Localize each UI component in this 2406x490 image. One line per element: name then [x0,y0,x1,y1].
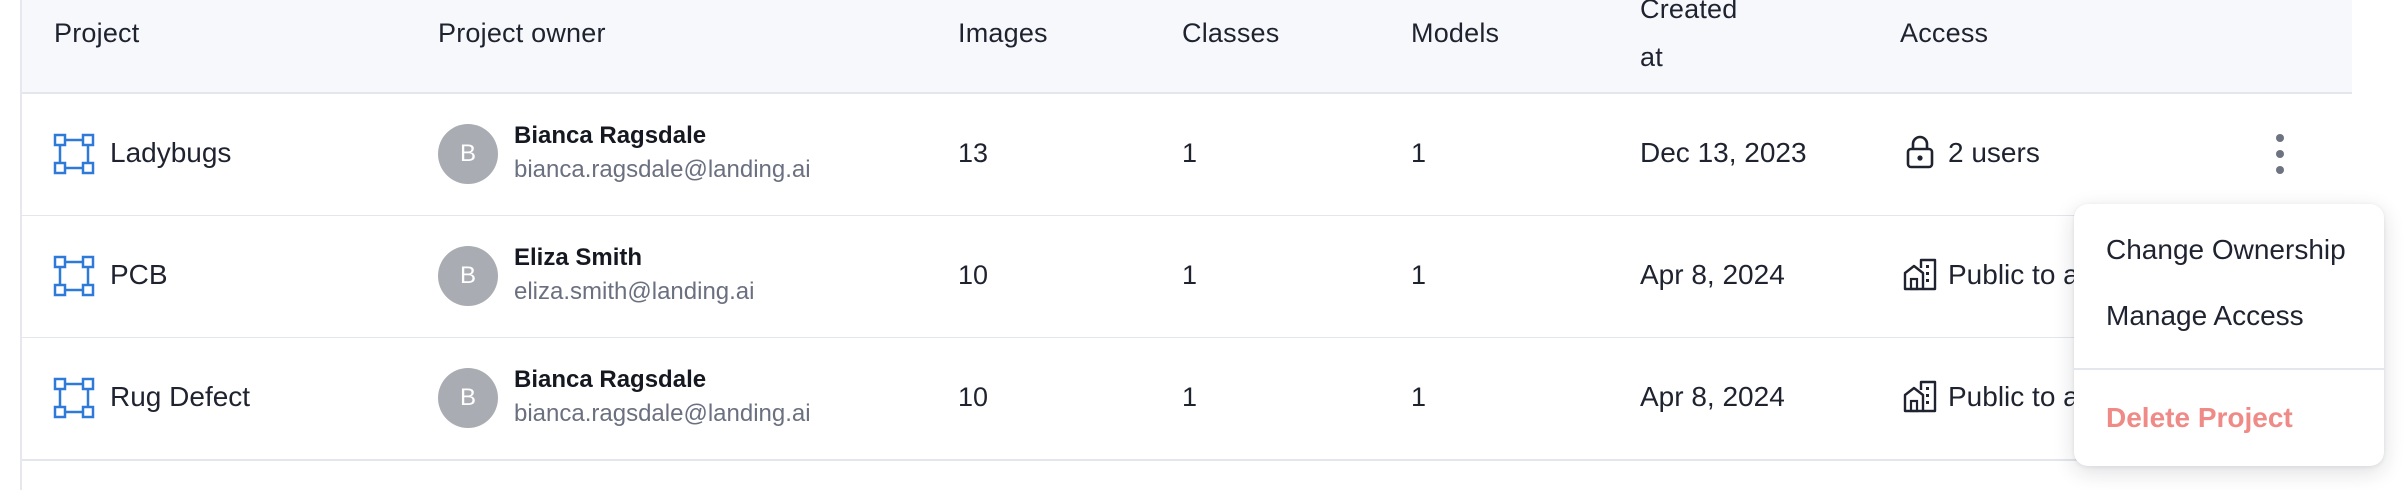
models-count: 1 [1411,138,1427,168]
owner-email: bianca.ragsdale@landing.ai [514,400,811,427]
owner-name: Bianca Ragsdale [514,122,707,149]
header-classes[interactable]: Classes [1182,18,1279,49]
delete-project-menu-item[interactable]: Delete Project [2106,402,2293,434]
projects-page: Project Project owner Images Classes Mod… [0,0,2406,490]
bounding-box-icon [53,377,95,419]
created-at: Apr 8, 2024 [1640,381,1785,412]
row-actions-menu: Change Ownership Manage Access Delete Pr… [2074,204,2384,466]
menu-divider [2074,368,2384,370]
building-icon [1903,380,1937,413]
project-name[interactable]: Ladybugs [110,137,231,169]
manage-access-menu-item[interactable]: Manage Access [2106,300,2304,332]
header-access[interactable]: Access [1900,18,1988,49]
change-ownership-menu-item[interactable]: Change Ownership [2106,234,2346,266]
table-row[interactable]: Rug Defect B Bianca Ragsdale bianca.rags… [22,338,2352,461]
avatar: B [438,246,498,306]
images-count: 10 [958,382,989,412]
building-icon [1903,258,1937,291]
bounding-box-icon [53,133,95,175]
project-name[interactable]: Rug Defect [110,381,250,413]
classes-count: 1 [1182,382,1198,412]
projects-table: Project Project owner Images Classes Mod… [20,0,2352,490]
classes-count: 1 [1182,138,1198,168]
created-at: Dec 13, 2023 [1640,137,1807,168]
access-label: 2 users [1948,137,2040,168]
table-header: Project Project owner Images Classes Mod… [22,0,2352,94]
avatar: B [438,124,498,184]
header-models[interactable]: Models [1411,18,1499,49]
models-count: 1 [1411,260,1427,290]
bounding-box-icon [53,255,95,297]
header-created-at-line2[interactable]: at [1640,42,1663,73]
access-label: Public to a [1948,259,2079,290]
created-at: Apr 8, 2024 [1640,259,1785,290]
header-images[interactable]: Images [958,18,1048,49]
header-project-owner[interactable]: Project owner [438,18,606,49]
images-count: 10 [958,260,989,290]
project-name[interactable]: PCB [110,259,168,291]
table-row[interactable]: PCB B Eliza Smith eliza.smith@landing.ai… [22,216,2352,339]
classes-count: 1 [1182,260,1198,290]
row-actions-kebab-icon[interactable] [2265,132,2295,176]
owner-name: Bianca Ragsdale [514,366,707,393]
header-created-at-line1[interactable]: Created [1640,0,1737,25]
table-row[interactable]: Ladybugs B Bianca Ragsdale bianca.ragsda… [22,94,2352,217]
owner-email: eliza.smith@landing.ai [514,278,755,305]
avatar: B [438,368,498,428]
lock-icon [1906,135,1934,169]
owner-name: Eliza Smith [514,244,643,271]
access-label: Public to a [1948,381,2079,412]
models-count: 1 [1411,382,1427,412]
images-count: 13 [958,138,989,168]
header-project[interactable]: Project [54,18,139,49]
owner-email: bianca.ragsdale@landing.ai [514,156,811,183]
